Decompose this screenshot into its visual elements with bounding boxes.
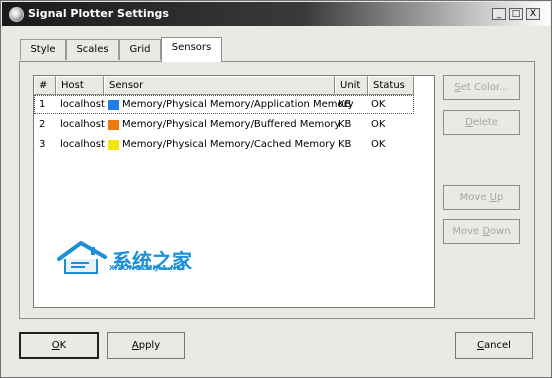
title-bar[interactable]: Signal Plotter Settings _ □ X [2,2,550,26]
delete-button[interactable]: Delete [443,110,520,135]
delete-label: elete [472,117,498,128]
row-status: OK [371,99,386,110]
ok-label: K [59,340,67,351]
table-row[interactable]: 1 localhost Memory/Physical Memory/Appli… [34,95,414,114]
row-unit: KB [338,139,352,150]
move-up-button[interactable]: Move Up [443,185,520,210]
tab-style[interactable]: Style [20,39,66,60]
close-button[interactable]: X [526,8,540,20]
row-host: localhost [60,99,105,110]
watermark-logo-icon [57,241,107,274]
tab-sensors[interactable]: Sensors [161,37,222,62]
row-host: localhost [60,139,105,150]
table-row[interactable]: 2 localhost Memory/Physical Memory/Buffe… [34,115,414,134]
row-unit: KB [338,99,352,110]
row-sensor: Memory/Physical Memory/Application Memor… [122,99,354,110]
move-down-prefix: Move [452,226,483,237]
set-color-label: et Color... [460,82,509,93]
row-number: 1 [39,99,46,110]
table-row[interactable]: 3 localhost Memory/Physical Memory/Cache… [34,135,414,154]
set-color-button[interactable]: Set Color... [443,75,520,100]
cancel-mnemonic: C [477,340,485,351]
app-icon [9,7,24,22]
sensor-color-swatch [108,120,119,130]
tab-scales[interactable]: Scales [66,39,119,60]
watermark-url: XITONGZHIJIA.NET [109,264,187,272]
row-status: OK [371,119,386,130]
move-down-label: own [490,226,511,237]
sensor-color-swatch [108,100,119,110]
apply-label: pply [138,340,161,351]
move-up-label: p [496,192,504,203]
move-up-mnemonic: U [489,192,497,203]
column-header-host[interactable]: Host [56,76,104,95]
row-number: 3 [39,139,46,150]
column-header-unit[interactable]: Unit [335,76,368,95]
row-status: OK [371,139,386,150]
move-down-mnemonic: D [482,226,491,237]
cancel-button[interactable]: Cancel [455,332,533,359]
settings-dialog: Signal Plotter Settings _ □ X Style Scal… [0,0,552,378]
column-header-sensor[interactable]: Sensor [104,76,335,95]
row-unit: KB [338,119,352,130]
column-header-number[interactable]: # [34,76,56,95]
cancel-label: ancel [484,340,511,351]
delete-mnemonic: D [465,117,473,128]
ok-button[interactable]: OK [19,332,99,359]
apply-mnemonic: A [131,340,139,351]
maximize-button[interactable]: □ [509,8,523,20]
move-down-button[interactable]: Move Down [443,219,520,244]
ok-mnemonic: O [51,340,60,351]
row-number: 2 [39,119,46,130]
window-title: Signal Plotter Settings [28,7,169,20]
row-sensor: Memory/Physical Memory/Buffered Memory [122,119,341,130]
minimize-button[interactable]: _ [492,8,506,20]
tab-grid[interactable]: Grid [119,39,161,60]
apply-button[interactable]: Apply [107,332,185,359]
row-sensor: Memory/Physical Memory/Cached Memory [122,139,336,150]
sensor-color-swatch [108,140,119,150]
row-host: localhost [60,119,105,130]
move-up-prefix: Move [459,192,490,203]
column-header-status[interactable]: Status [368,76,414,95]
